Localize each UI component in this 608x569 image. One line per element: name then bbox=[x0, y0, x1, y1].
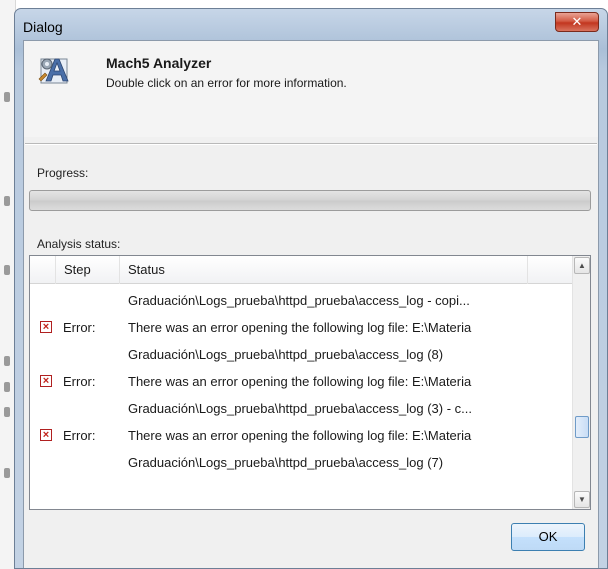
window-title: Dialog bbox=[23, 19, 63, 35]
status-column-header[interactable]: Status bbox=[120, 256, 528, 284]
row-step: Error: bbox=[63, 428, 96, 443]
table-row[interactable]: × Error: There was an error opening the fo… bbox=[30, 314, 572, 341]
table-row[interactable]: Graduación\Logs_prueba\httpd_prueba\acce… bbox=[30, 287, 572, 314]
mach5-analyzer-app-icon bbox=[38, 58, 69, 84]
table-row[interactable]: Graduación\Logs_prueba\httpd_prueba\acce… bbox=[30, 341, 572, 368]
instruction-text: Double click on an error for more inform… bbox=[106, 76, 347, 90]
table-row[interactable]: Graduación\Logs_prueba\httpd_prueba\acce… bbox=[30, 449, 572, 476]
analysis-status-label: Analysis status: bbox=[37, 237, 121, 251]
row-step: Error: bbox=[63, 320, 96, 335]
row-status: Graduación\Logs_prueba\httpd_prueba\acce… bbox=[128, 347, 444, 362]
icon-column-header[interactable] bbox=[30, 256, 56, 284]
error-x-icon: × bbox=[40, 429, 52, 441]
close-button[interactable]: ✕ bbox=[555, 12, 599, 32]
row-status: There was an error opening the following… bbox=[128, 374, 472, 389]
scroll-thumb[interactable] bbox=[575, 416, 589, 438]
app-title: Mach5 Analyzer bbox=[106, 55, 212, 71]
header-divider bbox=[25, 143, 597, 145]
table-row[interactable]: × Error: There was an error opening the fo… bbox=[30, 422, 572, 449]
progress-bar bbox=[29, 190, 591, 211]
scroll-up-button[interactable]: ▲ bbox=[574, 257, 590, 274]
ok-button[interactable]: OK bbox=[511, 523, 585, 551]
dialog-header: Mach5 Analyzer Double click on an error … bbox=[24, 41, 598, 137]
table-row[interactable]: × Error: There was an error opening the fo… bbox=[30, 368, 572, 395]
row-status: Graduación\Logs_prueba\httpd_prueba\acce… bbox=[128, 455, 444, 470]
list-header: Step Status bbox=[30, 256, 572, 284]
error-x-icon: × bbox=[40, 375, 52, 387]
vertical-scrollbar[interactable]: ▲ ▼ bbox=[572, 256, 590, 509]
error-x-icon: × bbox=[40, 321, 52, 333]
title-bar[interactable]: Dialog ✕ bbox=[15, 9, 607, 41]
step-column-header[interactable]: Step bbox=[56, 256, 120, 284]
analysis-status-list[interactable]: Step Status Graduación\Logs_prueba\httpd… bbox=[29, 255, 591, 510]
progress-label: Progress: bbox=[37, 166, 89, 180]
row-status: Graduación\Logs_prueba\httpd_prueba\acce… bbox=[128, 401, 472, 416]
row-status: There was an error opening the following… bbox=[128, 320, 472, 335]
table-row[interactable]: Graduación\Logs_prueba\httpd_prueba\acce… bbox=[30, 395, 572, 422]
scroll-down-button[interactable]: ▼ bbox=[574, 491, 590, 508]
row-status: Graduación\Logs_prueba\httpd_prueba\acce… bbox=[128, 293, 470, 308]
row-status: There was an error opening the following… bbox=[128, 428, 472, 443]
list-body: Graduación\Logs_prueba\httpd_prueba\acce… bbox=[30, 284, 572, 509]
filler-column-header bbox=[528, 256, 574, 284]
dialog-window: Dialog ✕ Mach5 Analyzer Double click on … bbox=[14, 8, 608, 569]
row-step: Error: bbox=[63, 374, 96, 389]
